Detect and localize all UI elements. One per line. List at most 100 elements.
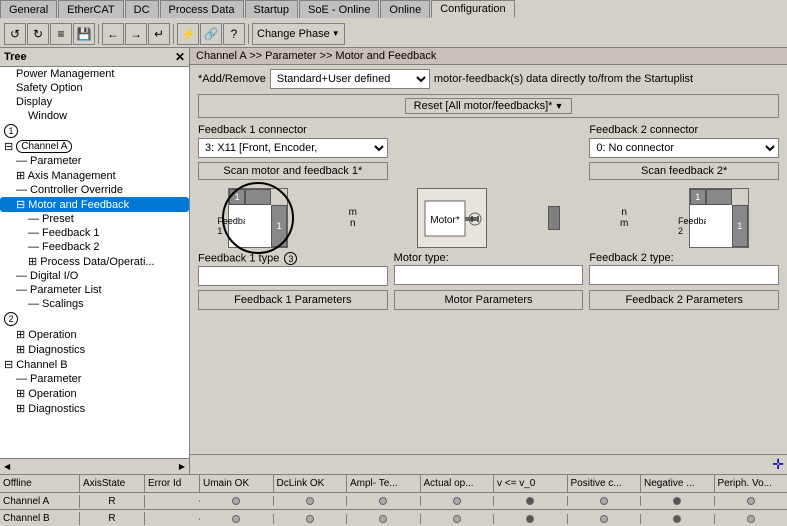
status-cell-cha-pos bbox=[568, 496, 642, 506]
tree-item-channel-b[interactable]: ⊟ Channel B bbox=[0, 357, 189, 372]
mn-labels-left: m n bbox=[349, 207, 357, 229]
tree-item-scalings[interactable]: — Scalings bbox=[0, 297, 189, 311]
tab-process-data[interactable]: Process Data bbox=[160, 0, 244, 18]
scan-motor-label: Scan motor and feedback 1* bbox=[223, 165, 362, 177]
tree-item-preset[interactable]: — Preset bbox=[0, 212, 189, 226]
tree-scroll-controls: ◀ ▶ bbox=[0, 458, 189, 474]
refresh-btn[interactable]: ↺ bbox=[4, 23, 26, 45]
status-col-amplte: Ampl- Te... bbox=[347, 475, 421, 492]
tree-item-chb-operation[interactable]: ⊞ Operation bbox=[0, 386, 189, 401]
add-remove-dropdown[interactable]: Standard+User defined bbox=[270, 69, 430, 89]
status-cell-cha-error bbox=[145, 500, 200, 502]
tab-configuration[interactable]: Configuration bbox=[431, 0, 514, 18]
fb2-param-btn[interactable]: Feedback 2 Parameters bbox=[589, 290, 779, 310]
change-phase-label: Change Phase bbox=[257, 28, 330, 40]
status-col-vv0: v <= v_0 bbox=[494, 475, 568, 492]
callout-2-icon: 2 bbox=[4, 312, 18, 326]
tree-item-operation[interactable]: ⊞ Operation bbox=[0, 327, 189, 342]
status-cell-cha-umain bbox=[200, 496, 274, 506]
tree-item-window[interactable]: Window bbox=[0, 109, 189, 123]
fb1-type-label: Feedback 1 type 3 bbox=[198, 252, 388, 265]
fb1-text: Feedback1 bbox=[229, 205, 245, 247]
change-phase-button[interactable]: Change Phase ▼ bbox=[252, 23, 345, 45]
expand-icon: ⊟ bbox=[4, 140, 13, 153]
status-cell-chb-ampl bbox=[347, 514, 421, 524]
tab-online[interactable]: Online bbox=[380, 0, 430, 18]
change-phase-arrow-icon: ▼ bbox=[332, 29, 340, 38]
back-btn[interactable]: ← bbox=[102, 23, 124, 45]
tree-item-motor-feedback[interactable]: ⊟ Motor and Feedback bbox=[0, 197, 189, 212]
led-cha-periph bbox=[747, 497, 755, 505]
fb2-param-label: Feedback 2 Parameters bbox=[625, 294, 742, 306]
fb1-connector-select[interactable]: 3: X11 [Front, Encoder, bbox=[198, 138, 388, 158]
tree-item-process-data[interactable]: ⊞ Process Data/Operati... bbox=[0, 254, 189, 269]
tab-ethercat[interactable]: EtherCAT bbox=[58, 0, 123, 18]
status-headers: Offline AxisState Error Id Umain OK DcLi… bbox=[0, 475, 787, 493]
motor-type-input[interactable] bbox=[394, 265, 584, 285]
fb1-connector-label: Feedback 1 connector bbox=[198, 124, 388, 136]
tree-item-power-management[interactable]: Power Management bbox=[0, 67, 189, 81]
save-btn[interactable]: 💾 bbox=[73, 23, 95, 45]
led-chb-ampl bbox=[379, 515, 387, 523]
forward-btn[interactable]: → bbox=[125, 23, 147, 45]
motor-type-group: Motor type: bbox=[394, 252, 584, 286]
tree-item-feedback2[interactable]: — Feedback 2 bbox=[0, 240, 189, 254]
tree-scroll-right[interactable]: ▶ bbox=[175, 462, 189, 471]
help-btn[interactable]: ? bbox=[223, 23, 245, 45]
tree-item-feedback1[interactable]: — Feedback 1 bbox=[0, 226, 189, 240]
fb1-param-btn[interactable]: Feedback 1 Parameters bbox=[198, 290, 388, 310]
fb1-param-label: Feedback 1 Parameters bbox=[234, 294, 351, 306]
status-cell-cha-actual bbox=[421, 496, 495, 506]
status-cell-chb-actual bbox=[421, 514, 495, 524]
tree-item-chb-parameter[interactable]: — Parameter bbox=[0, 372, 189, 386]
status-row-channel-a: Channel A R bbox=[0, 493, 787, 510]
tree-item-safety-option[interactable]: Safety Option bbox=[0, 81, 189, 95]
feedback1-box: 1 Feedback1 1 bbox=[228, 188, 288, 248]
n-label: n bbox=[350, 218, 356, 229]
motor-type-label: Motor type: bbox=[394, 252, 584, 264]
tree-item-parameter-list[interactable]: — Parameter List bbox=[0, 283, 189, 297]
tab-dc[interactable]: DC bbox=[125, 0, 159, 18]
tree-btn[interactable]: ≡ bbox=[50, 23, 72, 45]
tree-item-chb-diagnostics[interactable]: ⊞ Diagnostics bbox=[0, 401, 189, 416]
flash-btn[interactable]: ⚡ bbox=[177, 23, 199, 45]
tab-bar: General EtherCAT DC Process Data Startup… bbox=[0, 0, 787, 20]
tab-general[interactable]: General bbox=[0, 0, 57, 18]
fb2-connector-select[interactable]: 0: No connector bbox=[589, 138, 779, 158]
m-label: m bbox=[349, 207, 357, 218]
tab-soe-online[interactable]: SoE - Online bbox=[299, 0, 379, 18]
reset-label: Reset [All motor/feedbacks]* bbox=[414, 100, 553, 112]
tree-item-channel-a[interactable]: ⊟ Channel A bbox=[0, 139, 189, 154]
reload-btn[interactable]: ↻ bbox=[27, 23, 49, 45]
tree-item-diagnostics[interactable]: ⊞ Diagnostics bbox=[0, 342, 189, 357]
status-cell-chb-state: R bbox=[80, 512, 145, 525]
right-content: Channel A >> Parameter >> Motor and Feed… bbox=[190, 48, 787, 474]
status-cell-chb-neg bbox=[641, 514, 715, 524]
scroll-plus-icon[interactable]: ✛ bbox=[772, 456, 784, 473]
fb2-type-input[interactable] bbox=[589, 265, 779, 285]
fb1-type-group: Feedback 1 type 3 bbox=[198, 252, 388, 286]
tree-item-callout-2: 2 bbox=[0, 311, 189, 327]
tree-scroll-left[interactable]: ◀ bbox=[0, 462, 14, 471]
fb1-type-input[interactable] bbox=[198, 266, 388, 286]
reset-button[interactable]: Reset [All motor/feedbacks]* ▼ bbox=[405, 98, 573, 114]
scan-motor-feedback-btn[interactable]: Scan motor and feedback 1* bbox=[198, 162, 388, 180]
status-cell-chb-dclink bbox=[274, 514, 348, 524]
motor-svg: Motor* bbox=[420, 191, 485, 246]
tree-item-display[interactable]: Display bbox=[0, 95, 189, 109]
motor-param-btn[interactable]: Motor Parameters bbox=[394, 290, 584, 310]
enter-btn[interactable]: ↵ bbox=[148, 23, 170, 45]
chb-op-expand: ⊞ bbox=[16, 388, 25, 400]
led-cha-pos bbox=[600, 497, 608, 505]
tree-item-parameter[interactable]: — Parameter bbox=[0, 154, 189, 168]
tab-startup[interactable]: Startup bbox=[245, 0, 298, 18]
tree-close-icon[interactable]: ✕ bbox=[175, 50, 185, 64]
status-col-axisstate: AxisState bbox=[80, 475, 145, 492]
tree-item-controller-override[interactable]: — Controller Override bbox=[0, 183, 189, 197]
status-cell-cha-neg bbox=[641, 496, 715, 506]
chb-diag-expand: ⊞ bbox=[16, 403, 25, 415]
tree-item-axis-management[interactable]: ⊞ Axis Management bbox=[0, 168, 189, 183]
tree-item-digital-io[interactable]: — Digital I/O bbox=[0, 269, 189, 283]
scan-feedback2-btn[interactable]: Scan feedback 2* bbox=[589, 162, 779, 180]
link-btn[interactable]: 🔗 bbox=[200, 23, 222, 45]
